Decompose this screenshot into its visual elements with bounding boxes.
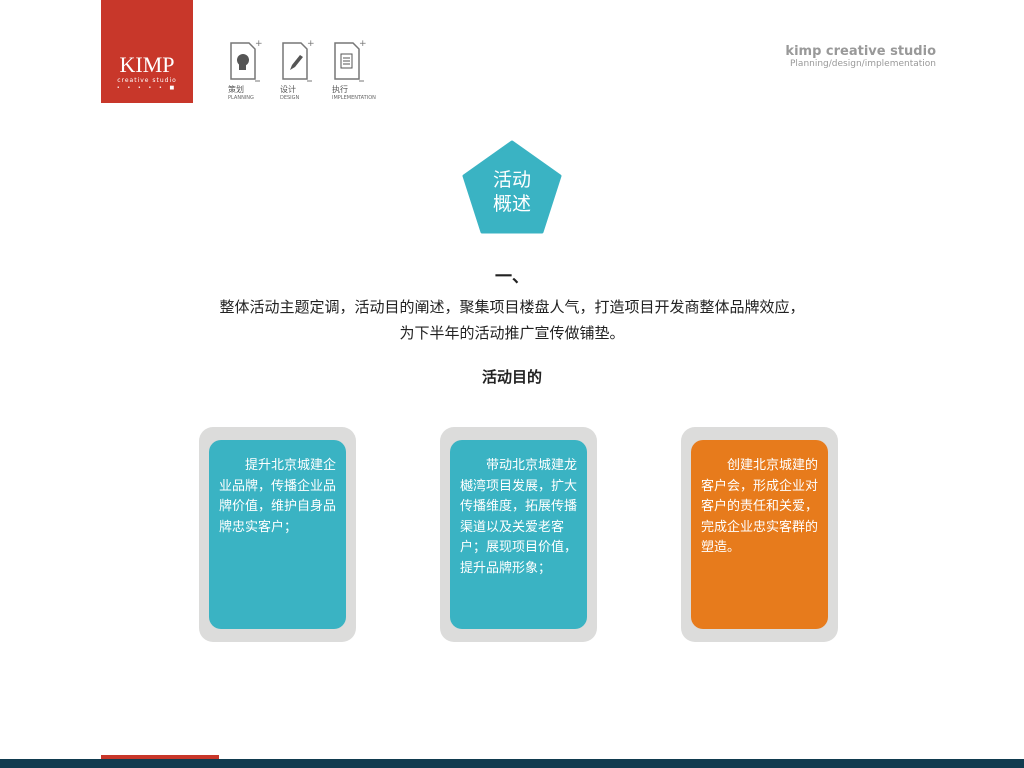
- card-text: 提升北京城建企业品牌，传播企业品牌价值，维护自身品牌忠实客户；: [209, 440, 346, 629]
- badge-text: 活动 概述: [462, 168, 562, 216]
- logo-subtitle: creative studio: [101, 77, 193, 84]
- implementation-label: 执行: [332, 84, 372, 95]
- studio-title: kimp creative studio: [785, 44, 936, 59]
- process-icons: + 策划 PLANNING + 设计 DESIGN + 执行 IMPLEMENT…: [228, 40, 372, 101]
- design-item[interactable]: + 设计 DESIGN: [280, 40, 320, 101]
- document-icon: +: [332, 40, 366, 82]
- studio-branding: kimp creative studio Planning/design/imp…: [785, 44, 936, 69]
- logo-name: KIMP: [101, 52, 193, 78]
- intro-line-2: 为下半年的活动推广宣传做铺垫。: [0, 320, 1024, 346]
- bottom-bar: [0, 759, 1024, 768]
- pen-icon: +: [280, 40, 314, 82]
- design-label: 设计: [280, 84, 320, 95]
- planning-item[interactable]: + 策划 PLANNING: [228, 40, 268, 101]
- implementation-label-en: IMPLEMENTATION: [332, 95, 372, 101]
- planning-label-en: PLANNING: [228, 95, 268, 101]
- planning-label: 策划: [228, 84, 268, 95]
- logo-dots: • • • • • ■: [101, 85, 193, 91]
- svg-text:+: +: [307, 40, 314, 49]
- studio-subtitle: Planning/design/implementation: [785, 59, 936, 69]
- card-text: 带动北京城建龙樾湾项目发展，扩大传播维度，拓展传播渠道以及关爱老客户；展现项目价…: [450, 440, 587, 629]
- intro-text: 整体活动主题定调，活动目的阐述，聚集项目楼盘人气，打造项目开发商整体品牌效应， …: [0, 294, 1024, 346]
- card-text: 创建北京城建的客户会，形成企业对客户的责任和关爱，完成企业忠实客群的塑造。: [691, 440, 828, 629]
- badge-line-2: 概述: [462, 192, 562, 216]
- kimp-logo: KIMP creative studio • • • • • ■: [101, 0, 193, 103]
- svg-text:+: +: [359, 40, 366, 49]
- head-icon: +: [228, 40, 262, 82]
- svg-text:+: +: [255, 40, 262, 49]
- purpose-card-3: 创建北京城建的客户会，形成企业对客户的责任和关爱，完成企业忠实客群的塑造。: [681, 427, 838, 642]
- implementation-item[interactable]: + 执行 IMPLEMENTATION: [332, 40, 372, 101]
- badge-line-1: 活动: [462, 168, 562, 192]
- design-label-en: DESIGN: [280, 95, 320, 101]
- section-subtitle: 活动目的: [0, 366, 1024, 387]
- purpose-card-2: 带动北京城建龙樾湾项目发展，扩大传播维度，拓展传播渠道以及关爱老客户；展现项目价…: [440, 427, 597, 642]
- section-number: 一、: [0, 262, 1024, 287]
- intro-line-1: 整体活动主题定调，活动目的阐述，聚集项目楼盘人气，打造项目开发商整体品牌效应，: [0, 294, 1024, 320]
- purpose-card-1: 提升北京城建企业品牌，传播企业品牌价值，维护自身品牌忠实客户；: [199, 427, 356, 642]
